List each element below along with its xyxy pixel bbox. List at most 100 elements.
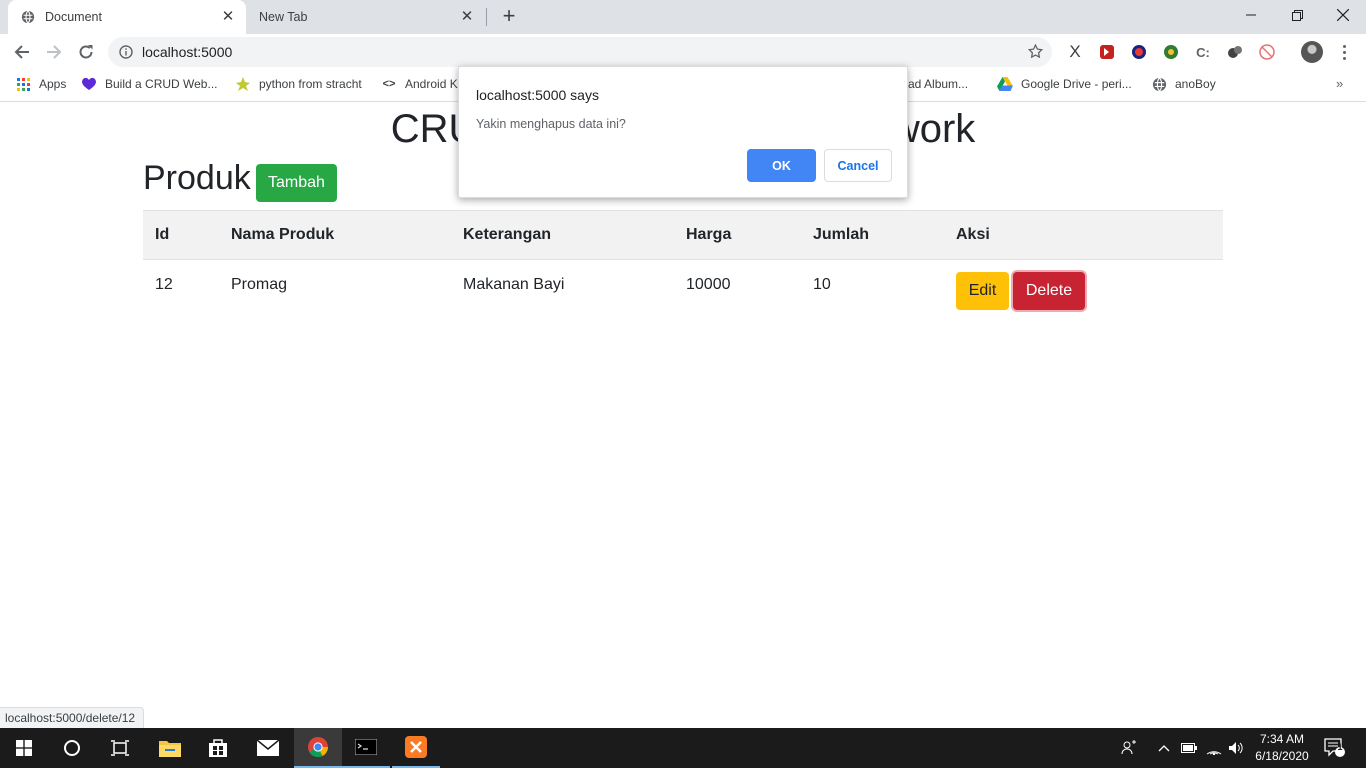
bookmark-python[interactable]: python from stracht xyxy=(235,70,362,98)
confirm-dialog: localhost:5000 says Yakin menghapus data… xyxy=(458,66,908,198)
mail-icon xyxy=(257,740,279,756)
bookmark-android[interactable]: <> Android K xyxy=(381,70,458,98)
clock-time: 7:34 AM xyxy=(1259,732,1305,746)
file-explorer-button[interactable] xyxy=(146,728,194,768)
download-extension-icon[interactable] xyxy=(1161,42,1181,62)
terminal-icon xyxy=(355,739,377,755)
clock[interactable]: 7:34 AM 6/18/2020 xyxy=(1252,731,1312,765)
chevron-up-icon[interactable] xyxy=(1158,728,1170,768)
wifi-icon[interactable] xyxy=(1206,728,1222,768)
cell-jumlah: 10 xyxy=(813,276,831,293)
table-row: 12 Promag Makanan Bayi 10000 10 Edit Del… xyxy=(143,260,1223,320)
minimize-button[interactable] xyxy=(1228,0,1274,30)
leaf-icon xyxy=(235,76,251,92)
chevron-right-icon[interactable]: » xyxy=(1336,76,1343,91)
restore-button[interactable] xyxy=(1274,0,1320,30)
close-tab-icon[interactable]: ✕ xyxy=(459,9,475,25)
column-header: Jumlah xyxy=(813,226,870,243)
start-button[interactable] xyxy=(0,728,48,768)
bookmark-label: Apps xyxy=(39,77,67,91)
adblock-extension-icon[interactable] xyxy=(1129,42,1149,62)
clock-date: 6/18/2020 xyxy=(1255,749,1309,763)
cell-id: 12 xyxy=(155,276,173,293)
volume-icon[interactable] xyxy=(1228,728,1244,768)
bookmark-crud-web[interactable]: Build a CRUD Web... xyxy=(81,70,217,98)
status-url: localhost:5000/delete/12 xyxy=(0,707,145,728)
bookmark-label: Build a CRUD Web... xyxy=(105,77,218,91)
bookmark-google-drive[interactable]: Google Drive - peri... xyxy=(997,70,1132,98)
profile-avatar[interactable] xyxy=(1301,41,1323,63)
cell-nama-produk: Promag xyxy=(231,276,288,293)
action-center-icon[interactable]: 1 xyxy=(1324,728,1346,768)
column-header: Id xyxy=(155,226,170,243)
bookmark-label: ad Album... xyxy=(908,77,969,91)
notification-count: 1 xyxy=(1337,742,1343,752)
dialog-title: localhost:5000 says xyxy=(476,87,599,103)
search-button[interactable] xyxy=(48,728,96,768)
heart-icon xyxy=(81,76,97,92)
column-header: Nama Produk xyxy=(231,226,335,243)
tab-new-tab[interactable]: New Tab ✕ xyxy=(247,0,485,34)
video-extension-icon[interactable] xyxy=(1097,42,1117,62)
tab-title: New Tab xyxy=(259,10,308,24)
code-brackets-icon: <> xyxy=(382,78,396,90)
tab-document[interactable]: Document ✕ xyxy=(8,0,246,34)
close-icon xyxy=(1337,9,1349,21)
terminal-taskbar-button[interactable] xyxy=(342,728,390,768)
reload-icon xyxy=(79,45,93,59)
delete-button[interactable]: Delete xyxy=(1013,272,1085,310)
chrome-icon xyxy=(308,737,329,758)
mail-button[interactable] xyxy=(244,728,292,768)
folder-icon xyxy=(159,741,181,757)
bookmark-anoboy[interactable]: anoBoy xyxy=(1151,70,1216,98)
arrow-right-icon xyxy=(47,45,62,59)
bookmark-label: python from stracht xyxy=(259,77,362,91)
bookmark-album[interactable]: ad Album... xyxy=(908,70,968,98)
puzzle-extension-icon[interactable] xyxy=(1225,42,1245,62)
cell-aksi: Edit Delete xyxy=(956,260,1085,320)
taskbar: 7:34 AM 6/18/2020 1 xyxy=(0,728,1366,768)
close-window-button[interactable] xyxy=(1320,0,1366,30)
bookmark-apps[interactable]: Apps xyxy=(15,70,66,98)
block-extension-icon[interactable] xyxy=(1257,42,1277,62)
back-button[interactable] xyxy=(8,38,36,66)
chrome-taskbar-button[interactable] xyxy=(294,728,342,768)
url-text: localhost:5000 xyxy=(142,44,233,60)
address-bar[interactable]: localhost:5000 xyxy=(108,37,1052,67)
tab-divider xyxy=(486,8,487,26)
tab-title: Document xyxy=(45,10,102,24)
apps-grid-icon xyxy=(15,76,31,92)
cortana-circle-icon xyxy=(64,740,80,756)
dialog-message: Yakin menghapus data ini? xyxy=(476,117,626,131)
people-icon[interactable] xyxy=(1121,728,1137,768)
reload-button[interactable] xyxy=(72,38,100,66)
store-button[interactable] xyxy=(194,728,242,768)
table-header: Id Nama Produk Keterangan Harga Jumlah A… xyxy=(143,210,1223,260)
new-tab-button[interactable]: + xyxy=(497,5,521,29)
globe-icon xyxy=(1151,76,1167,92)
bookmark-star-icon[interactable] xyxy=(1027,43,1044,60)
ok-button[interactable]: OK xyxy=(747,149,816,182)
info-icon[interactable] xyxy=(119,45,133,59)
forward-button[interactable] xyxy=(40,38,68,66)
task-view-icon xyxy=(111,740,129,756)
close-tab-icon[interactable]: ✕ xyxy=(220,9,236,25)
bookmark-label: Android K xyxy=(405,77,458,91)
x-extension-icon[interactable]: X xyxy=(1065,42,1085,62)
add-product-button[interactable]: Tambah xyxy=(256,164,337,202)
globe-icon xyxy=(21,10,35,24)
windows-icon xyxy=(16,740,32,756)
tab-strip: Document ✕ New Tab ✕ + xyxy=(0,0,1366,34)
battery-icon[interactable] xyxy=(1181,728,1197,768)
xampp-taskbar-button[interactable] xyxy=(392,728,440,768)
browser-menu-icon[interactable] xyxy=(1336,42,1352,62)
code-extension-icon[interactable]: C: xyxy=(1193,42,1213,62)
edit-button[interactable]: Edit xyxy=(956,272,1009,310)
bookmark-label: Google Drive - peri... xyxy=(1021,77,1132,91)
arrow-left-icon xyxy=(14,45,29,59)
minimize-icon xyxy=(1246,14,1256,16)
cell-harga: 10000 xyxy=(686,276,731,293)
cancel-button[interactable]: Cancel xyxy=(824,149,892,182)
task-view-button[interactable] xyxy=(96,728,144,768)
browser-toolbar: localhost:5000 X C: xyxy=(0,34,1366,70)
